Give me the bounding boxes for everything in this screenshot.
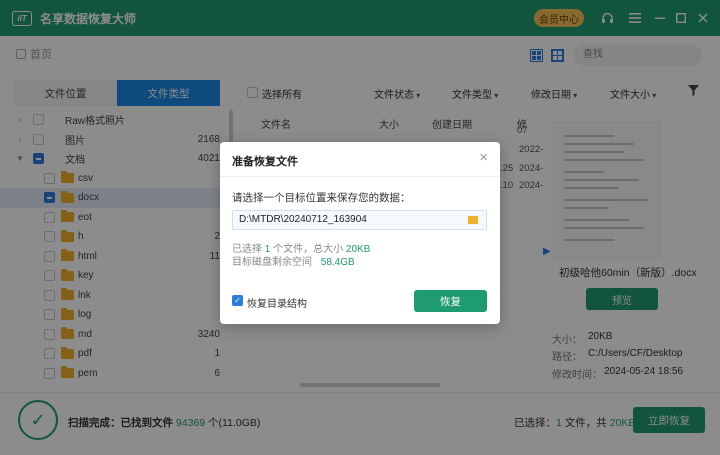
- free-space-value: 58.4GB: [320, 257, 355, 268]
- close-icon[interactable]: ×: [479, 149, 488, 166]
- restore-structure-label: 恢复目录结构: [247, 299, 307, 310]
- restore-structure-checkbox[interactable]: ✓: [232, 295, 243, 306]
- free-space-info: 目标磁盘剩余空间 58.4GB: [232, 253, 355, 268]
- recover-dialog: 准备恢复文件 × 请选择一个目标位置来保存您的数据： D:\MTDR\20240…: [220, 142, 500, 324]
- dialog-title: 准备恢复文件: [232, 156, 298, 168]
- dialog-prompt: 请选择一个目标位置来保存您的数据：: [232, 192, 411, 204]
- dialog-divider: [220, 176, 500, 177]
- destination-path-field[interactable]: D:\MTDR\20240712_163904: [232, 210, 487, 230]
- free-space-label: 目标磁盘剩余空间: [232, 257, 312, 268]
- browse-folder-icon[interactable]: [468, 216, 478, 224]
- destination-path-value: D:\MTDR\20240712_163904: [239, 214, 367, 225]
- recover-button[interactable]: 恢复: [414, 290, 487, 312]
